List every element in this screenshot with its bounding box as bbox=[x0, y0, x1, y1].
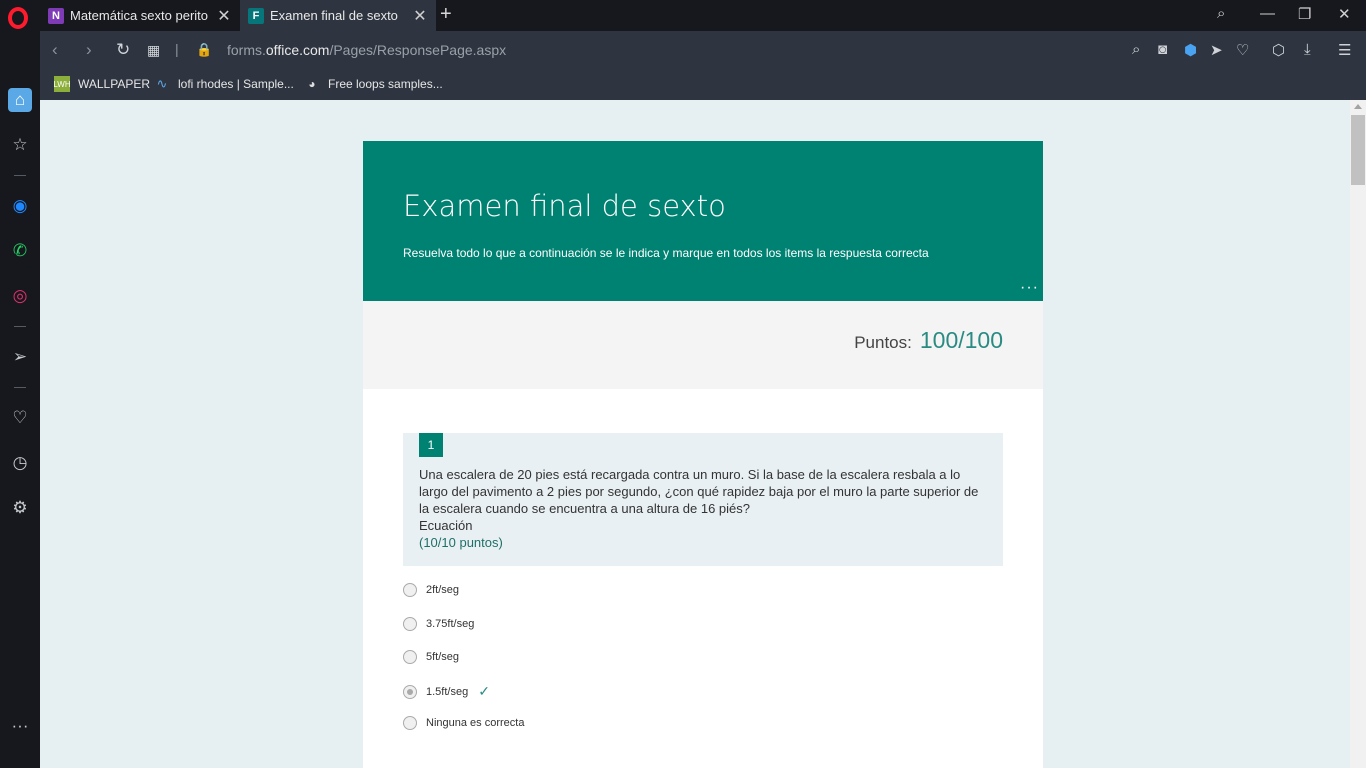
correct-check-icon: ✓ bbox=[478, 683, 490, 699]
bookmarks-bar: LWH WALLPAPER ∿ lofi rhodes | Sample... … bbox=[40, 69, 1366, 100]
url-prefix: forms. bbox=[227, 42, 266, 58]
tab-title: Matemática sexto perito bbox=[70, 8, 209, 23]
bookmarks-star-icon[interactable]: ☆ bbox=[8, 133, 32, 157]
question-block: 1 Una escalera de 20 pies está recargada… bbox=[403, 433, 1003, 566]
tab-examen[interactable]: F Examen final de sexto ✕ bbox=[240, 0, 436, 31]
url-field[interactable]: forms.office.com/Pages/ResponsePage.aspx bbox=[227, 42, 506, 58]
tab-matematica[interactable]: N Matemática sexto perito ✕ bbox=[40, 0, 240, 31]
restore-icon[interactable]: ❐ bbox=[1298, 5, 1311, 23]
tab-title: Examen final de sexto bbox=[270, 8, 398, 23]
divider bbox=[14, 175, 26, 176]
back-icon[interactable]: ‹ bbox=[52, 40, 58, 60]
question-points: (10/10 puntos) bbox=[419, 535, 503, 550]
address-bar: ‹ › ↻ ▦ | 🔒 forms.office.com/Pages/Respo… bbox=[40, 31, 1366, 69]
answer-option[interactable]: 5ft/seg bbox=[403, 650, 459, 664]
forms-icon: F bbox=[248, 7, 264, 24]
tab-strip: N Matemática sexto perito ✕ F Examen fin… bbox=[0, 0, 1366, 31]
reload-icon[interactable]: ↻ bbox=[116, 40, 130, 60]
bookmark-lofi[interactable]: ∿ lofi rhodes | Sample... bbox=[154, 76, 294, 92]
radio-button[interactable] bbox=[403, 617, 417, 631]
question-text: Una escalera de 20 pies está recargada c… bbox=[419, 467, 979, 516]
home-icon[interactable]: ⌂ bbox=[8, 88, 32, 112]
form-header: Examen final de sexto Resuelva todo lo q… bbox=[363, 141, 1043, 301]
separator: | bbox=[175, 41, 179, 57]
onenote-icon: N bbox=[48, 7, 64, 24]
form-card: Examen final de sexto Resuelva todo lo q… bbox=[363, 141, 1043, 768]
page-content: Examen final de sexto Resuelva todo lo q… bbox=[40, 100, 1350, 768]
url-domain: office.com bbox=[265, 42, 330, 58]
close-window-icon[interactable]: ✕ bbox=[1338, 5, 1351, 23]
answer-option[interactable]: 2ft/seg bbox=[403, 583, 459, 597]
messenger-icon[interactable]: ◉ bbox=[8, 194, 32, 218]
answer-option[interactable]: 3.75ft/seg bbox=[403, 617, 474, 631]
divider bbox=[14, 326, 26, 327]
answer-option-selected[interactable]: 1.5ft/seg ✓ bbox=[403, 683, 490, 700]
answer-option[interactable]: Ninguna es correcta bbox=[403, 716, 524, 730]
close-tab-icon[interactable]: ✕ bbox=[412, 6, 428, 26]
radio-button[interactable] bbox=[403, 716, 417, 730]
bookmark-free-loops[interactable]: ◕ Free loops samples... bbox=[304, 76, 443, 92]
form-title: Examen final de sexto bbox=[403, 189, 726, 223]
score-value: 100/100 bbox=[919, 327, 1003, 353]
radio-button[interactable] bbox=[403, 583, 417, 597]
heart-icon[interactable]: ♡ bbox=[1236, 41, 1249, 59]
wave-icon: ∿ bbox=[156, 76, 168, 91]
easy-setup-icon[interactable]: ☰ bbox=[1338, 41, 1351, 59]
radio-button-selected[interactable] bbox=[403, 684, 417, 699]
scroll-thumb[interactable] bbox=[1351, 115, 1365, 185]
opera-logo-icon[interactable] bbox=[8, 7, 28, 29]
loops-icon: ◕ bbox=[308, 77, 316, 91]
forward-icon[interactable]: › bbox=[86, 40, 92, 60]
close-tab-icon[interactable]: ✕ bbox=[216, 6, 232, 26]
more-icon[interactable]: ··· bbox=[8, 714, 32, 738]
option-label: 1.5ft/seg bbox=[426, 685, 469, 698]
more-options-icon[interactable]: ··· bbox=[1020, 279, 1039, 297]
snapshot-icon[interactable]: ◙ bbox=[1158, 41, 1167, 58]
score-band: Puntos: 100/100 bbox=[363, 301, 1043, 389]
lwh-icon: LWH bbox=[53, 76, 71, 92]
new-tab-button[interactable]: + bbox=[440, 3, 452, 26]
whatsapp-icon[interactable]: ✆ bbox=[8, 239, 32, 263]
cube-icon[interactable]: ⬡ bbox=[1272, 41, 1285, 59]
option-label: Ninguna es correcta bbox=[426, 717, 525, 729]
lock-icon[interactable]: 🔒 bbox=[196, 42, 212, 58]
sidebar: ⌂ ☆ ◉ ✆ ◎ ➢ ♡ ◷ ⚙ ··· bbox=[0, 31, 40, 768]
instagram-icon[interactable]: ◎ bbox=[8, 284, 32, 308]
search-page-icon[interactable]: ⌕ bbox=[1132, 41, 1140, 58]
option-label: 3.75ft/seg bbox=[426, 618, 475, 630]
score-label: Puntos: bbox=[854, 333, 912, 352]
bookmark-label: lofi rhodes | Sample... bbox=[178, 77, 294, 91]
download-icon[interactable]: ⤓ bbox=[1304, 41, 1311, 58]
option-label: 2ft/seg bbox=[426, 584, 460, 596]
heart-icon[interactable]: ♡ bbox=[8, 406, 32, 430]
form-description: Resuelva todo lo que a continuación se l… bbox=[403, 246, 929, 260]
send-icon[interactable]: ➤ bbox=[1210, 41, 1223, 59]
score: Puntos: 100/100 bbox=[854, 327, 1003, 354]
my-flow-icon[interactable]: ➢ bbox=[8, 345, 32, 369]
bookmark-wallpaper[interactable]: LWH WALLPAPER bbox=[53, 76, 151, 92]
vpn-shield-icon[interactable]: ⬢ bbox=[1184, 41, 1197, 59]
divider bbox=[14, 387, 26, 388]
speed-dial-icon[interactable]: ▦ bbox=[147, 42, 160, 59]
question-number: 1 bbox=[419, 433, 443, 457]
option-label: 5ft/seg bbox=[426, 651, 460, 663]
bookmark-label: WALLPAPER bbox=[78, 77, 151, 91]
bookmark-label: Free loops samples... bbox=[328, 77, 443, 91]
scroll-up-arrow-icon[interactable] bbox=[1354, 104, 1362, 109]
radio-button[interactable] bbox=[403, 650, 417, 664]
page-scrollbar[interactable] bbox=[1350, 100, 1366, 768]
url-path: /Pages/ResponsePage.aspx bbox=[329, 42, 507, 58]
minimize-icon[interactable]: — bbox=[1260, 5, 1275, 22]
history-clock-icon[interactable]: ◷ bbox=[8, 451, 32, 475]
search-tabs-icon[interactable]: ⌕ bbox=[1217, 5, 1225, 22]
question-subtitle: Ecuación bbox=[419, 518, 473, 533]
settings-gear-icon[interactable]: ⚙ bbox=[8, 496, 32, 520]
